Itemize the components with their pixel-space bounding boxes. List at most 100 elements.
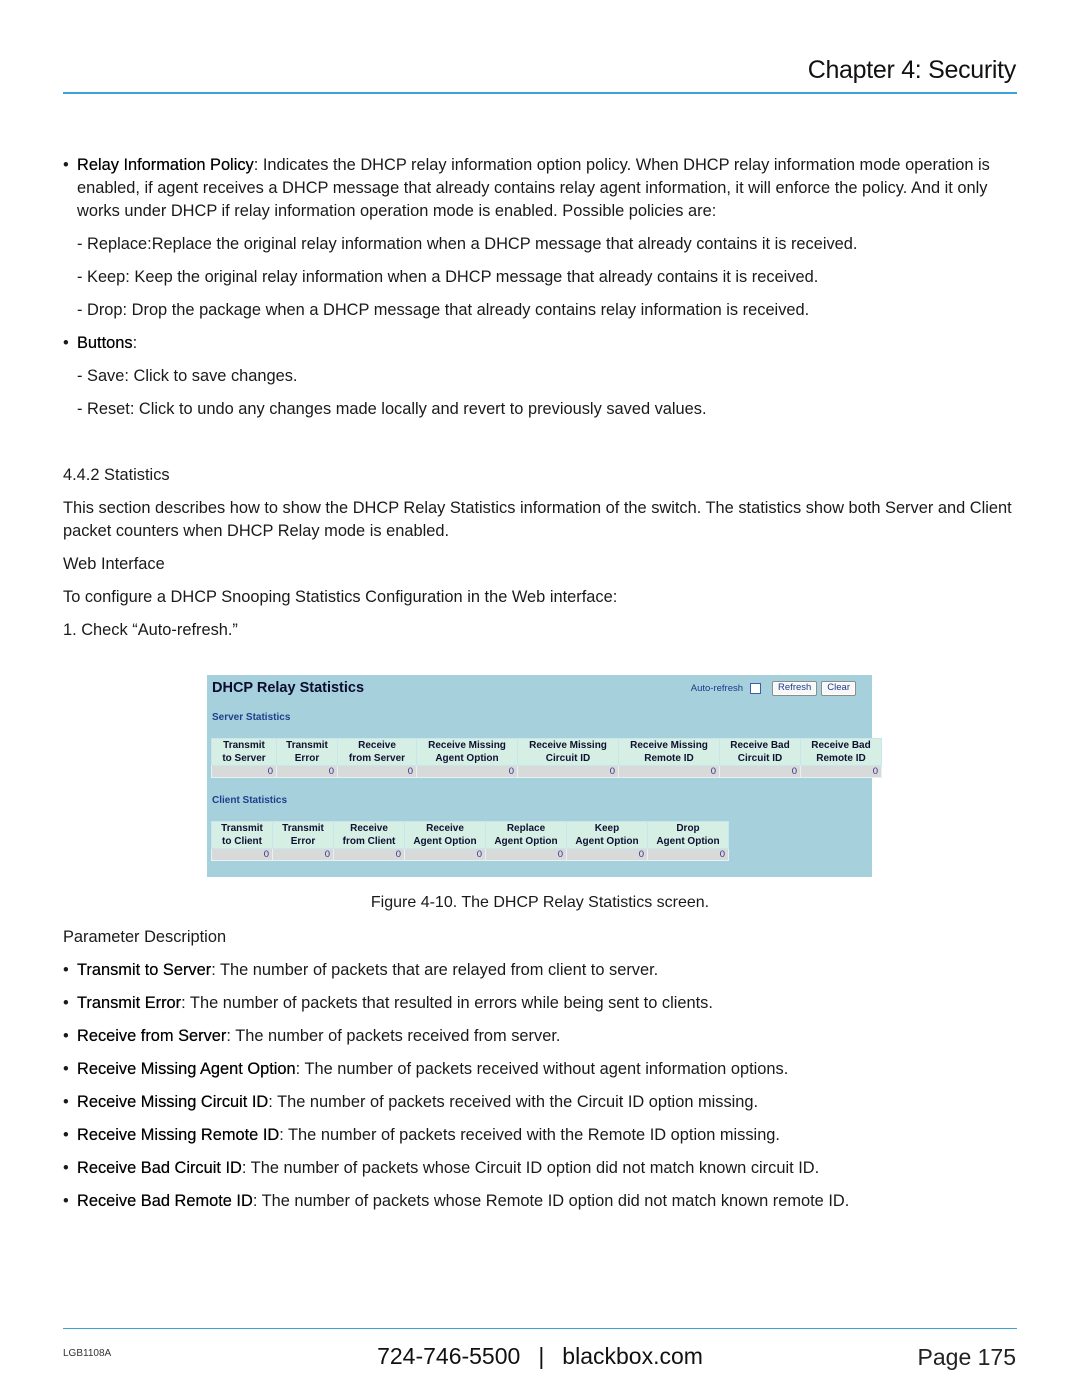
parameter-text: : The number of packets whose Remote ID …: [252, 1192, 850, 1210]
stat-value: 0: [647, 848, 729, 861]
column-header-line: Agent Option: [413, 836, 477, 847]
parameter-item: Receive Missing Remote ID: The number of…: [63, 1124, 1018, 1147]
buttons-bullet: Buttons:: [63, 332, 1018, 355]
column-header-line: Transmit: [286, 740, 328, 751]
column-header-line: Receive: [426, 823, 464, 834]
column-header-line: Remote ID: [644, 753, 694, 764]
stat-value: 0: [404, 848, 486, 861]
parameter-term: Receive Missing Circuit ID: [77, 1093, 269, 1111]
column-header-line: Remote ID: [816, 753, 866, 764]
column-header-line: Receive Missing: [428, 740, 506, 751]
header-rule: [63, 92, 1017, 94]
stat-value: 0: [337, 765, 417, 778]
stat-value: 0: [333, 848, 405, 861]
column-header-line: Receive: [350, 823, 388, 834]
column-header-line: Agent Option: [656, 836, 720, 847]
column-header-line: Receive Bad: [811, 740, 871, 751]
auto-refresh-checkbox[interactable]: [750, 683, 762, 694]
column-header-line: Replace: [506, 823, 546, 834]
column-header: Replace Agent Option: [485, 821, 567, 849]
column-header: Receive from Client: [333, 821, 405, 849]
web-interface-heading: Web Interface: [63, 555, 165, 573]
policy-option-drop: - Drop: Drop the package when a DHCP mes…: [77, 301, 810, 319]
parameter-text: : The number of packets whose Circuit ID…: [241, 1159, 820, 1177]
button-desc-reset: - Reset: Click to undo any changes made …: [77, 400, 707, 418]
column-header-line: Receive Missing: [529, 740, 607, 751]
refresh-button[interactable]: Refresh: [772, 681, 818, 696]
stat-value: 0: [800, 765, 882, 778]
stat-value: 0: [517, 765, 619, 778]
parameter-term: Receive Missing Agent Option: [77, 1060, 296, 1078]
page-number: Page 175: [917, 1344, 1016, 1370]
column-header-line: Drop: [676, 823, 700, 834]
parameter-item: Transmit to Server: The number of packet…: [63, 959, 1018, 982]
column-header-line: Transmit: [223, 740, 265, 751]
client-statistics-title: Client Statistics: [212, 795, 288, 806]
parameter-text: : The number of packets received without…: [295, 1060, 789, 1078]
column-header: Transmit to Client: [211, 821, 273, 849]
parameter-term: Receive Bad Remote ID: [77, 1192, 253, 1210]
parameter-item: Receive from Server: The number of packe…: [63, 1025, 1018, 1048]
column-header-line: Receive Missing: [630, 740, 708, 751]
column-header-line: to Client: [222, 836, 262, 847]
column-header-line: Error: [294, 753, 320, 764]
parameter-text: : The number of packets that resulted in…: [181, 994, 713, 1012]
column-header: Receive Missing Remote ID: [618, 738, 720, 766]
column-header-line: from Client: [342, 836, 396, 847]
web-interface-text: To configure a DHCP Snooping Statistics …: [63, 588, 618, 606]
parameter-item: Receive Bad Remote ID: The number of pac…: [63, 1190, 1018, 1213]
figure-caption: Figure 4-10. The DHCP Relay Statistics s…: [370, 894, 710, 911]
parameter-text: : The number of packets that are relayed…: [211, 961, 659, 979]
server-statistics-title: Server Statistics: [212, 712, 291, 723]
step-1: 1. Check “Auto-refresh.”: [63, 621, 238, 639]
button-desc-save: - Save: Click to save changes.: [77, 367, 298, 385]
column-header-line: Circuit ID: [737, 753, 783, 764]
column-header: Transmit Error: [276, 738, 338, 766]
phone-number: 724-746-5500: [377, 1343, 521, 1369]
stat-value: 0: [276, 765, 338, 778]
table-row: 0000000: [211, 848, 729, 861]
stat-value: 0: [211, 765, 277, 778]
parameter-item: Receive Missing Agent Option: The number…: [63, 1058, 1018, 1081]
column-header: Keep Agent Option: [566, 821, 648, 849]
column-header: Receive Bad Circuit ID: [719, 738, 801, 766]
column-header: Receive from Server: [337, 738, 417, 766]
column-header: Receive Missing Circuit ID: [517, 738, 619, 766]
panel-title: DHCP Relay Statistics: [212, 680, 365, 696]
section-heading: 4.4.2 Statistics: [63, 466, 170, 484]
parameter-item: Receive Bad Circuit ID: The number of pa…: [63, 1157, 1018, 1180]
policy-option-replace: - Replace:Replace the original relay inf…: [77, 235, 858, 253]
parameter-term: Receive Missing Remote ID: [77, 1126, 280, 1144]
client-statistics-table: Transmit to Client Transmit Error Receive fro…: [211, 821, 729, 861]
column-header-line: to Server: [222, 753, 266, 764]
column-header-line: Agent Option: [435, 753, 499, 764]
stat-value: 0: [416, 765, 518, 778]
parameter-item: Receive Missing Circuit ID: The number o…: [63, 1091, 1018, 1114]
column-header-line: Agent Option: [494, 836, 558, 847]
relay-policy-bullet: Relay Information Policy: Indicates the …: [63, 154, 1018, 223]
parameter-text: : The number of packets received from se…: [226, 1027, 561, 1045]
parameter-term: Transmit Error: [77, 994, 182, 1012]
parameter-text: : The number of packets received with th…: [268, 1093, 759, 1111]
stat-value: 0: [719, 765, 801, 778]
parameter-term: Receive from Server: [77, 1027, 227, 1045]
stat-value: 0: [618, 765, 720, 778]
dhcp-relay-statistics-screenshot: DHCP Relay Statistics Auto-refresh Refre…: [207, 675, 882, 877]
server-statistics-table: Transmit to Server Transmit Error Receive fro…: [211, 738, 882, 778]
column-header: Receive Agent Option: [404, 821, 486, 849]
column-header: Drop Agent Option: [647, 821, 729, 849]
auto-refresh-label: Auto-refresh: [690, 683, 744, 694]
column-header: Transmit Error: [272, 821, 334, 849]
column-header-line: Circuit ID: [545, 753, 591, 764]
column-header-line: Transmit: [221, 823, 263, 834]
website-link[interactable]: blackbox.com: [562, 1343, 703, 1369]
relay-policy-term: Relay Information Policy: [77, 156, 254, 174]
buttons-term: Buttons: [77, 334, 133, 352]
column-header-line: Transmit: [282, 823, 324, 834]
clear-button[interactable]: Clear: [821, 681, 856, 696]
footer-rule: [63, 1328, 1017, 1329]
column-header: Receive Missing Agent Option: [416, 738, 518, 766]
buttons-colon: :: [132, 334, 138, 352]
parameter-term: Receive Bad Circuit ID: [77, 1159, 242, 1177]
stat-value: 0: [485, 848, 567, 861]
